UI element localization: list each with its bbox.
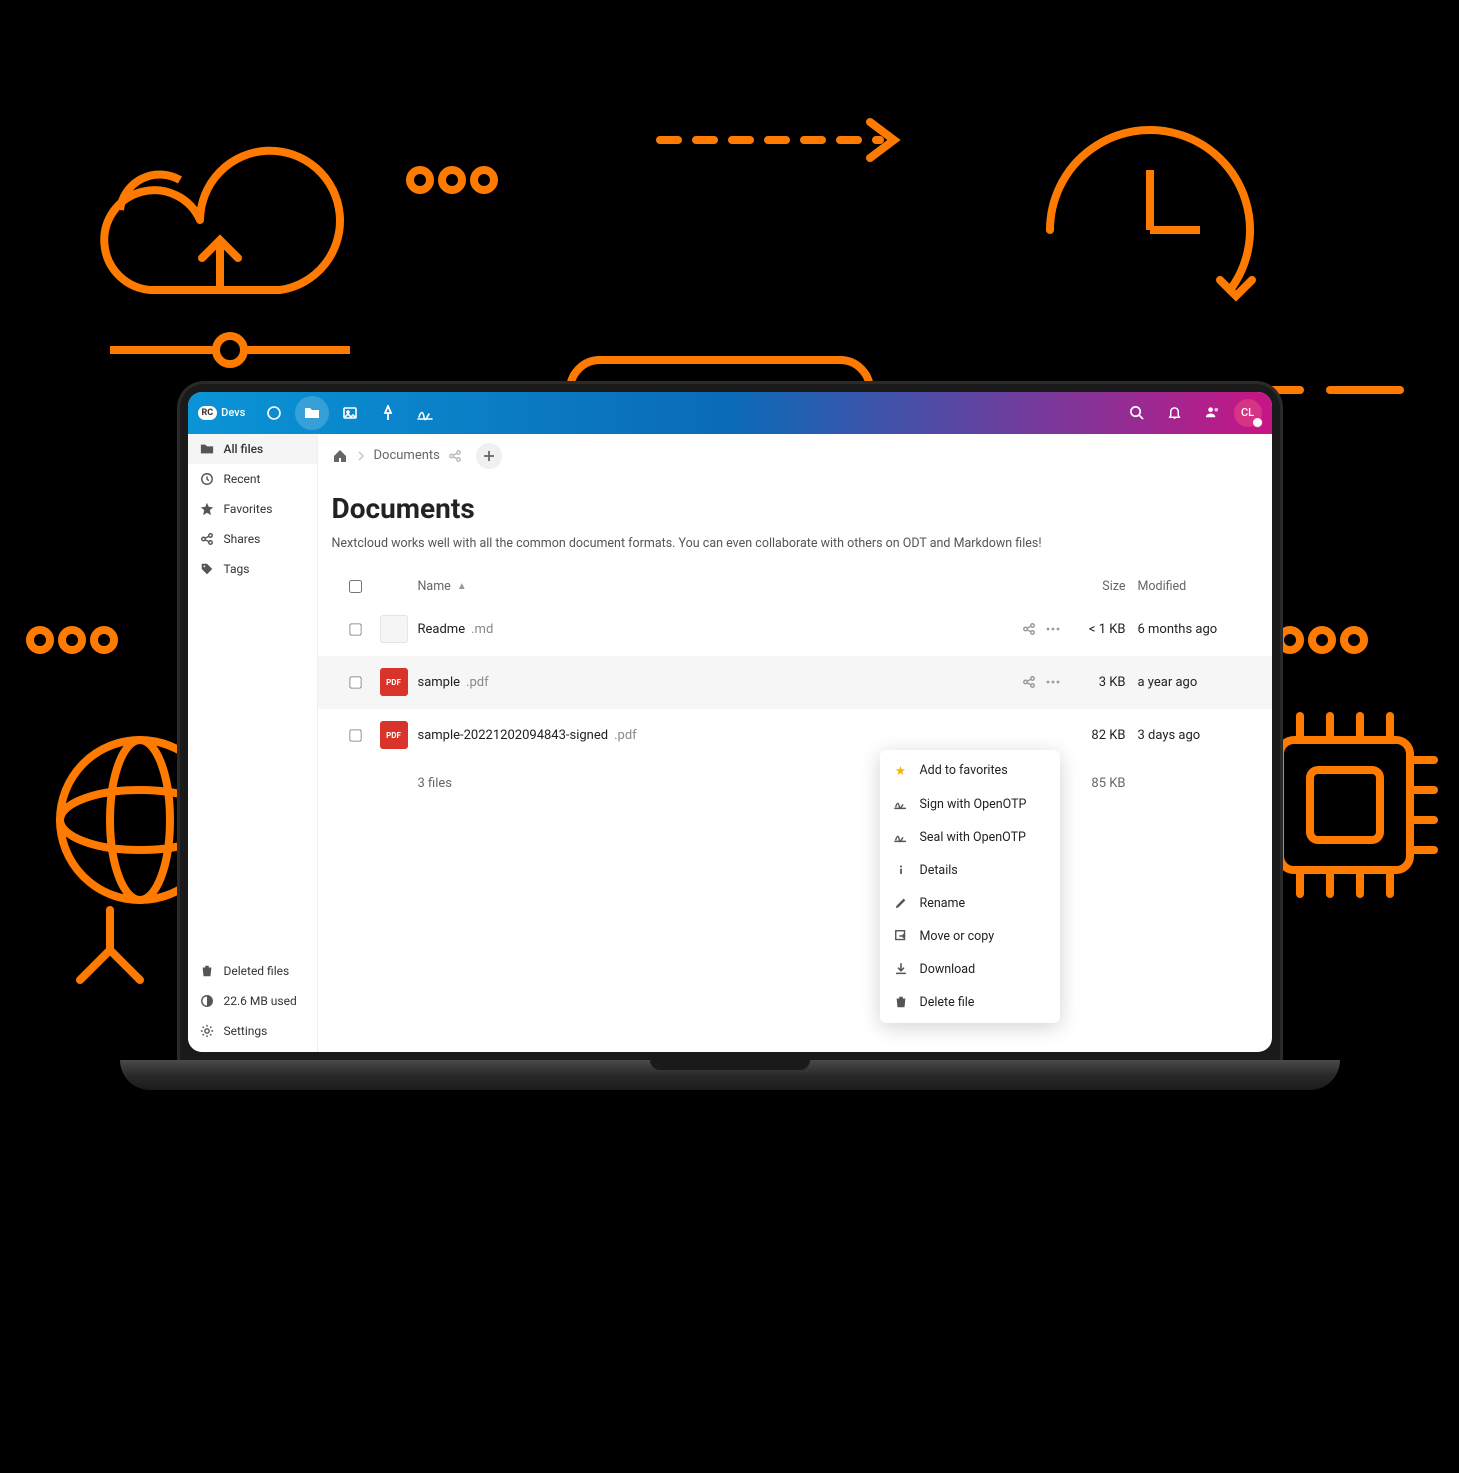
share-icon[interactable] bbox=[1022, 675, 1036, 689]
storage-icon bbox=[200, 994, 214, 1008]
column-modified-header[interactable]: Modified bbox=[1138, 579, 1258, 594]
file-modified: 3 days ago bbox=[1138, 728, 1258, 743]
sidebar-item-all-files[interactable]: All files bbox=[188, 434, 317, 464]
menu-sign-openotp[interactable]: Sign with OpenOTP bbox=[880, 788, 1060, 821]
brand-badge: RC bbox=[198, 406, 218, 420]
menu-add-favorites[interactable]: ★Add to favorites bbox=[880, 754, 1060, 788]
main-content: Documents Documents Nextcloud works well… bbox=[318, 434, 1272, 1052]
sort-asc-icon: ▲ bbox=[457, 581, 467, 592]
file-row[interactable]: PDF sample.pdf 3 KBa year ago bbox=[318, 656, 1272, 709]
sidebar: All files Recent Favorites Shares Tags D… bbox=[188, 434, 318, 1052]
select-all-checkbox[interactable] bbox=[349, 580, 362, 593]
file-name[interactable]: sample-20221202094843-signed.pdf bbox=[418, 728, 980, 743]
file-type-icon: PDF bbox=[380, 668, 408, 696]
menu-rename[interactable]: Rename bbox=[880, 887, 1060, 920]
pencil-icon bbox=[894, 896, 908, 910]
sidebar-item-tags[interactable]: Tags bbox=[188, 554, 317, 584]
photos-icon[interactable] bbox=[333, 396, 367, 430]
file-checkbox[interactable] bbox=[349, 623, 361, 635]
signature-icon bbox=[894, 797, 908, 811]
sidebar-item-label: Tags bbox=[224, 562, 250, 576]
files-icon[interactable] bbox=[295, 396, 329, 430]
storage-label: 22.6 MB used bbox=[224, 994, 297, 1008]
gear-icon bbox=[200, 1024, 214, 1038]
file-row[interactable]: Readme.md < 1 KB6 months ago bbox=[318, 603, 1272, 656]
contacts-icon[interactable] bbox=[1196, 396, 1230, 430]
new-button[interactable] bbox=[476, 443, 502, 469]
sidebar-item-label: Favorites bbox=[224, 502, 273, 516]
file-summary-row: 3 files 85 KB bbox=[318, 762, 1272, 805]
brand-suffix: Devs bbox=[221, 406, 245, 419]
app-topbar: RC Devs CL bbox=[188, 392, 1272, 434]
chevron-right-icon bbox=[356, 451, 366, 461]
file-row[interactable]: PDF sample-20221202094843-signed.pdf 82 KB… bbox=[318, 709, 1272, 762]
sidebar-item-label: Settings bbox=[224, 1024, 268, 1038]
breadcrumb: Documents bbox=[318, 434, 1272, 478]
summary-size: 85 KB bbox=[1060, 776, 1138, 791]
file-size: 82 KB bbox=[1060, 728, 1138, 743]
sidebar-item-label: Shares bbox=[224, 532, 261, 546]
dashboard-icon[interactable] bbox=[257, 396, 291, 430]
trash-icon bbox=[200, 964, 214, 978]
file-type-icon: PDF bbox=[380, 721, 408, 749]
signature-icon bbox=[894, 830, 908, 844]
more-icon[interactable] bbox=[1046, 627, 1060, 631]
sidebar-item-recent[interactable]: Recent bbox=[188, 464, 317, 494]
breadcrumb-home-icon[interactable] bbox=[332, 448, 348, 464]
sign-app-icon[interactable] bbox=[409, 396, 443, 430]
info-icon bbox=[894, 863, 908, 877]
clock-icon bbox=[200, 472, 214, 486]
sidebar-item-deleted[interactable]: Deleted files bbox=[188, 956, 317, 986]
move-icon bbox=[894, 929, 908, 943]
notifications-icon[interactable] bbox=[1158, 396, 1192, 430]
menu-delete[interactable]: Delete file bbox=[880, 986, 1060, 1019]
file-type-icon bbox=[380, 615, 408, 643]
user-avatar[interactable]: CL bbox=[1234, 399, 1262, 427]
file-context-menu: ★Add to favorites Sign with OpenOTP Seal… bbox=[880, 750, 1060, 1023]
file-modified: a year ago bbox=[1138, 675, 1258, 690]
folder-header: Documents Nextcloud works well with all … bbox=[318, 478, 1078, 572]
column-name-header[interactable]: Name▲ bbox=[418, 579, 980, 594]
menu-details[interactable]: Details bbox=[880, 854, 1060, 887]
folder-icon bbox=[200, 442, 214, 456]
sidebar-item-settings[interactable]: Settings bbox=[188, 1016, 317, 1046]
file-list-header: Name▲ Size Modified bbox=[318, 571, 1272, 603]
menu-move-copy[interactable]: Move or copy bbox=[880, 920, 1060, 953]
star-icon bbox=[200, 502, 214, 516]
share-icon bbox=[200, 532, 214, 546]
file-name[interactable]: Readme.md bbox=[418, 622, 980, 637]
search-icon[interactable] bbox=[1120, 396, 1154, 430]
download-icon bbox=[894, 962, 908, 976]
file-name[interactable]: sample.pdf bbox=[418, 675, 980, 690]
file-modified: 6 months ago bbox=[1138, 622, 1258, 637]
breadcrumb-current[interactable]: Documents bbox=[374, 448, 440, 463]
sidebar-item-label: All files bbox=[224, 442, 264, 456]
sidebar-item-favorites[interactable]: Favorites bbox=[188, 494, 317, 524]
tag-icon bbox=[200, 562, 214, 576]
more-icon[interactable] bbox=[1046, 680, 1060, 684]
menu-seal-openotp[interactable]: Seal with OpenOTP bbox=[880, 821, 1060, 854]
laptop-frame: RC Devs CL All files Recent Favorites Sh… bbox=[180, 384, 1280, 1090]
file-checkbox[interactable] bbox=[349, 729, 361, 741]
breadcrumb-share-icon[interactable] bbox=[448, 449, 462, 463]
trash-icon bbox=[894, 995, 908, 1009]
star-icon: ★ bbox=[894, 763, 908, 779]
sidebar-item-label: Deleted files bbox=[224, 964, 290, 978]
file-size: 3 KB bbox=[1060, 675, 1138, 690]
menu-download[interactable]: Download bbox=[880, 953, 1060, 986]
folder-description: Nextcloud works well with all the common… bbox=[332, 535, 1064, 554]
sidebar-item-shares[interactable]: Shares bbox=[188, 524, 317, 554]
folder-title: Documents bbox=[332, 492, 1064, 525]
file-checkbox[interactable] bbox=[349, 676, 361, 688]
column-size-header[interactable]: Size bbox=[1060, 579, 1138, 594]
sidebar-item-storage: 22.6 MB used bbox=[188, 986, 317, 1016]
file-size: < 1 KB bbox=[1060, 622, 1138, 637]
share-icon[interactable] bbox=[1022, 622, 1036, 636]
brand-logo: RC Devs bbox=[198, 406, 246, 420]
sidebar-item-label: Recent bbox=[224, 472, 261, 486]
activity-icon[interactable] bbox=[371, 396, 405, 430]
